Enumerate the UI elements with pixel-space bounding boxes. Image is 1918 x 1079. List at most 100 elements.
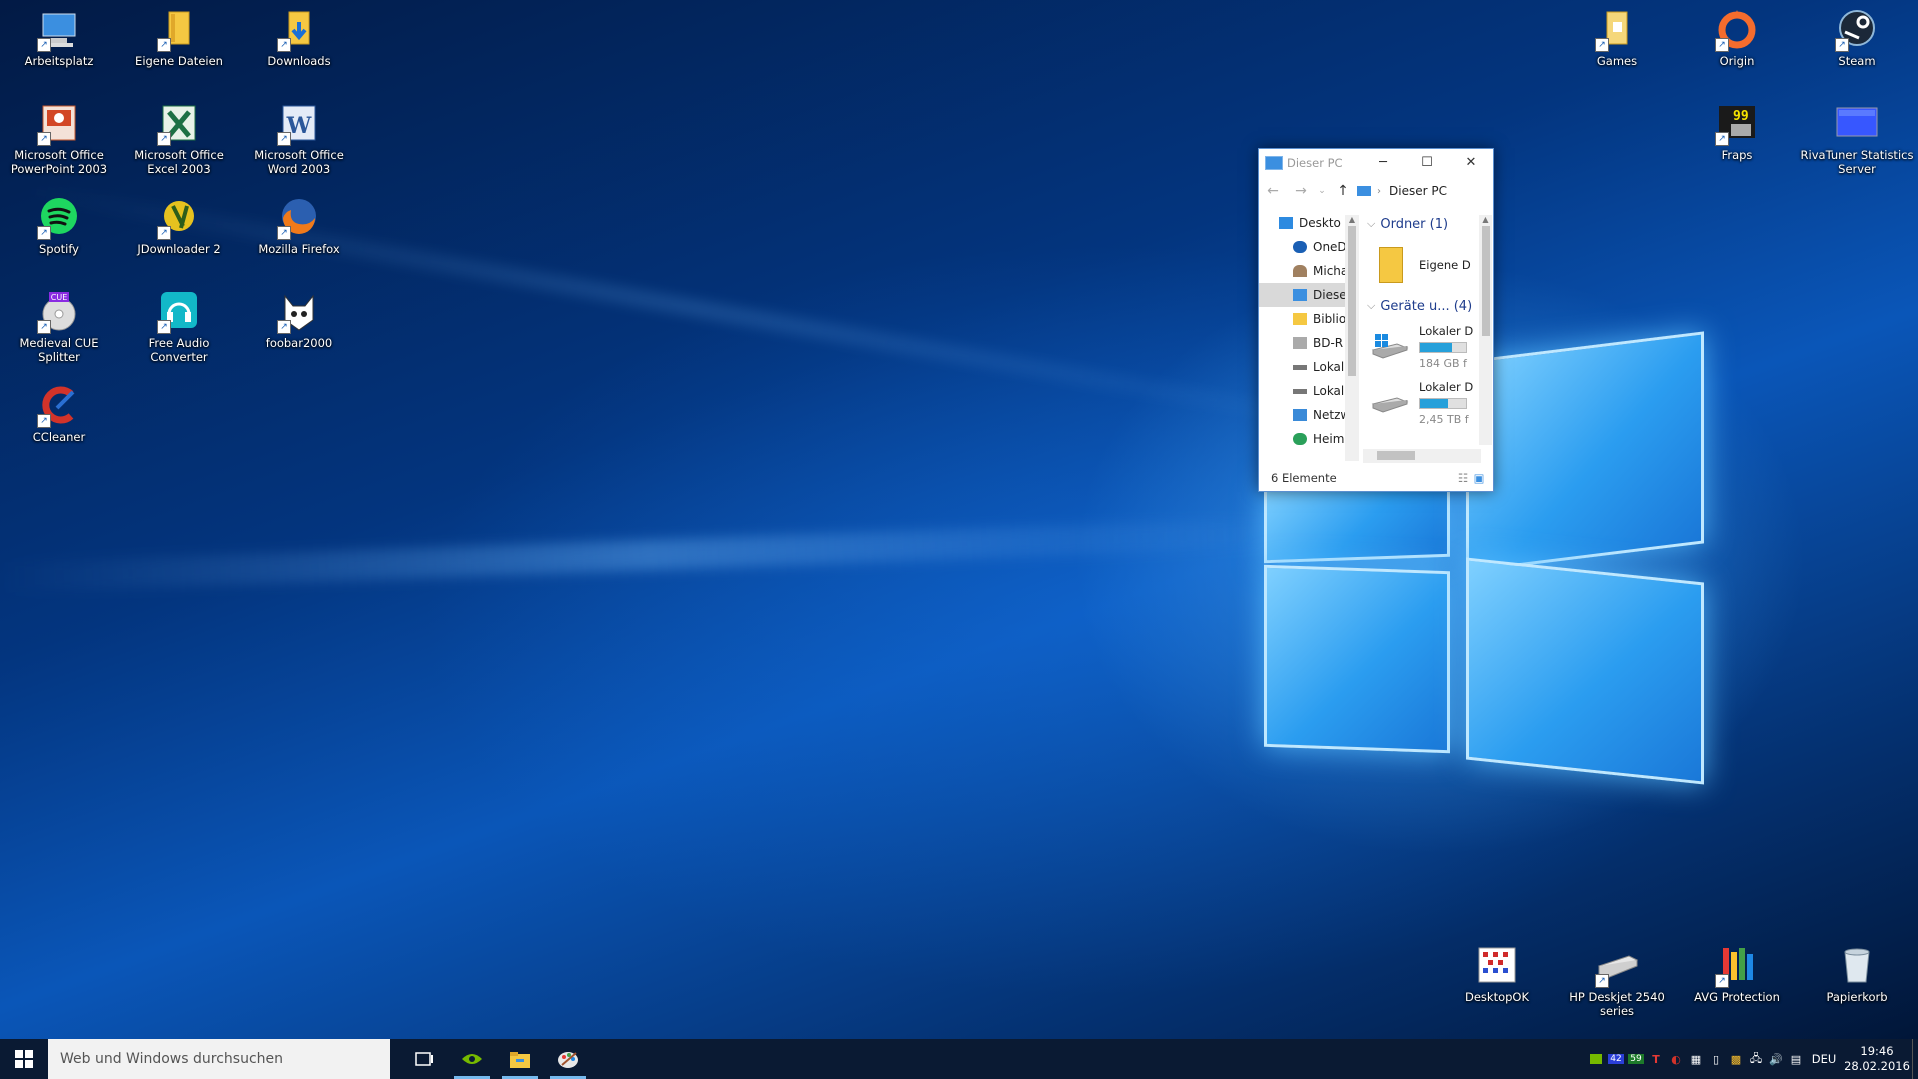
downloads-folder-icon: ↗ <box>277 8 321 52</box>
nav-item-this-pc[interactable]: Dieser <box>1259 283 1355 307</box>
spotify-icon: ↗ <box>37 196 81 240</box>
desktop-icon-steam[interactable]: ↗ Steam <box>1798 8 1916 68</box>
nav-item-local-disk[interactable]: Lokal <box>1259 355 1355 379</box>
close-button[interactable]: ✕ <box>1449 149 1493 177</box>
jdownloader-icon: ↗ <box>157 196 201 240</box>
forward-button[interactable]: → <box>1287 183 1315 199</box>
windows-logo-pane <box>1264 564 1450 754</box>
desktop-icon-papierkorb[interactable]: Papierkorb <box>1798 944 1916 1004</box>
desktop-icon-excel[interactable]: ↗ Microsoft Office Excel 2003 <box>120 102 238 176</box>
desktop-icon-hp-printer[interactable]: ↗ HP Deskjet 2540 series <box>1558 944 1676 1018</box>
desktop-icon-cue-splitter[interactable]: CUE ↗ Medieval CUE Splitter <box>0 290 118 364</box>
printer-icon: ↗ <box>1595 944 1639 988</box>
nav-item-user[interactable]: Micha <box>1259 259 1355 283</box>
search-input[interactable]: Web und Windows durchsuchen <box>48 1039 390 1079</box>
desktop-icon-spotify[interactable]: ↗ Spotify <box>0 196 118 256</box>
desktop-icon-avg[interactable]: ↗ AVG Protection <box>1678 944 1796 1004</box>
taskbar-app-paint[interactable] <box>544 1039 592 1079</box>
explorer-titlebar[interactable]: Dieser PC ─ ☐ ✕ <box>1259 149 1493 177</box>
desktop-icon-audio-converter[interactable]: ↗ Free Audio Converter <box>120 290 238 364</box>
foobar-icon: ↗ <box>277 290 321 334</box>
disc-drive-icon <box>1293 337 1307 349</box>
status-bar: 6 Elemente ☷ ▣ <box>1259 465 1493 491</box>
cue-splitter-icon: CUE ↗ <box>37 290 81 334</box>
volume-icon[interactable]: 🔊 <box>1766 1039 1786 1079</box>
nav-item-homegroup[interactable]: Heim <box>1259 427 1355 451</box>
rivatuner-icon <box>1835 102 1879 146</box>
details-view-icon[interactable]: ☷ <box>1455 471 1471 485</box>
start-button[interactable] <box>0 1039 48 1079</box>
monitor-badge-icon[interactable]: 42 <box>1606 1039 1626 1079</box>
desktop-icon-fraps[interactable]: 99 ↗ Fraps <box>1678 102 1796 162</box>
desktop-icon-powerpoint[interactable]: ↗ Microsoft Office PowerPoint 2003 <box>0 102 118 176</box>
desktop-icon-eigene-dateien[interactable]: ↗ Eigene Dateien <box>120 8 238 68</box>
back-button[interactable]: ← <box>1259 183 1287 199</box>
address-text: Dieser PC <box>1389 184 1447 198</box>
desktop-icon-arbeitsplatz[interactable]: ↗ Arbeitsplatz <box>0 8 118 68</box>
nav-scrollbar[interactable]: ▲ <box>1345 215 1359 461</box>
desktop-icon <box>1279 217 1293 229</box>
desktopok-icon <box>1475 944 1519 988</box>
desktop[interactable]: ↗ Arbeitsplatz ↗ Eigene Dateien ↗ Downlo… <box>0 0 1918 1039</box>
content-scrollbar[interactable]: ▲ <box>1479 215 1492 445</box>
nav-item-desktop[interactable]: Deskto <box>1259 211 1355 235</box>
origin-icon: ↗ <box>1715 8 1759 52</box>
powerpoint-icon: ↗ <box>37 102 81 146</box>
ccleaner-tray-icon[interactable]: ◐ <box>1666 1039 1686 1079</box>
desktop-icon-foobar2000[interactable]: ↗ foobar2000 <box>240 290 358 350</box>
desktop-icon-downloads[interactable]: ↗ Downloads <box>240 8 358 68</box>
network-icon <box>1293 409 1307 421</box>
drive-icon <box>1293 364 1307 370</box>
display-tray-icon[interactable]: ▦ <box>1686 1039 1706 1079</box>
up-button[interactable]: ↑ <box>1329 183 1357 199</box>
nav-item-local-disk[interactable]: Lokal <box>1259 379 1355 403</box>
group-header-folders[interactable]: ⌵ Ordner (1) <box>1363 211 1477 237</box>
excel-icon: ↗ <box>157 102 201 146</box>
desktop-icon-desktopok[interactable]: DesktopOK <box>1438 944 1556 1004</box>
tiles-view-icon[interactable]: ▣ <box>1471 471 1487 485</box>
drive-icon <box>1293 388 1307 394</box>
taskbar-app-nvidia[interactable] <box>448 1039 496 1079</box>
firefox-icon: ↗ <box>277 196 321 240</box>
drive-usage-bar <box>1419 398 1467 409</box>
nav-item-onedrive[interactable]: OneD <box>1259 235 1355 259</box>
desktop-icon-rivatuner[interactable]: RivaTuner Statistics Server <box>1798 102 1916 176</box>
horizontal-scrollbar[interactable] <box>1363 449 1481 463</box>
temperature-badge-icon[interactable]: 59 <box>1626 1039 1646 1079</box>
library-icon <box>1293 313 1307 325</box>
network-tray-icon[interactable]: 🖧 <box>1746 1039 1766 1079</box>
desktop-icon-word[interactable]: W ↗ Microsoft Office Word 2003 <box>240 102 358 176</box>
audio-converter-icon: ↗ <box>157 290 201 334</box>
nav-item-bd-rom[interactable]: BD-R <box>1259 331 1355 355</box>
show-desktop-button[interactable] <box>1912 1039 1918 1079</box>
desktop-icon-firefox[interactable]: ↗ Mozilla Firefox <box>240 196 358 256</box>
clock[interactable]: 19:46 28.02.2016 <box>1842 1044 1912 1074</box>
desktop-icon-origin[interactable]: ↗ Origin <box>1678 8 1796 68</box>
drive-item[interactable]: Lokaler D 184 GB f <box>1363 319 1477 375</box>
task-view-icon <box>415 1052 433 1066</box>
explorer-window[interactable]: Dieser PC ─ ☐ ✕ ← → ⌄ ↑ › Dieser PC Desk… <box>1258 148 1494 492</box>
folder-icon: ↗ <box>157 8 201 52</box>
recent-dropdown[interactable]: ⌄ <box>1315 186 1329 196</box>
nav-item-network[interactable]: Netzw <box>1259 403 1355 427</box>
group-header-devices[interactable]: ⌵ Geräte u... (4) <box>1363 293 1477 319</box>
nav-item-libraries[interactable]: Biblio <box>1259 307 1355 331</box>
nvidia-tray-icon[interactable] <box>1586 1039 1606 1079</box>
steam-icon: ↗ <box>1835 8 1879 52</box>
desktop-icon-jdownloader[interactable]: ↗ JDownloader 2 <box>120 196 238 256</box>
task-view-button[interactable] <box>400 1039 448 1079</box>
minimize-button[interactable]: ─ <box>1361 149 1405 177</box>
notification-center-icon[interactable]: ▤ <box>1786 1039 1806 1079</box>
t-app-tray-icon[interactable]: T <box>1646 1039 1666 1079</box>
drive-item[interactable]: Lokaler D 2,45 TB f <box>1363 375 1477 431</box>
desktop-icon-ccleaner[interactable]: ↗ CCleaner <box>0 384 118 444</box>
taskbar-app-explorer[interactable] <box>496 1039 544 1079</box>
computer-icon <box>1357 186 1371 196</box>
desktop-icon-games[interactable]: ↗ Games <box>1558 8 1676 68</box>
avg-tray-icon[interactable]: ▩ <box>1726 1039 1746 1079</box>
folder-item[interactable]: Eigene D <box>1363 237 1477 293</box>
language-indicator[interactable]: DEU <box>1806 1039 1842 1079</box>
address-bar[interactable]: › Dieser PC <box>1357 184 1493 198</box>
maximize-button[interactable]: ☐ <box>1405 149 1449 177</box>
usb-tray-icon[interactable]: ▯ <box>1706 1039 1726 1079</box>
